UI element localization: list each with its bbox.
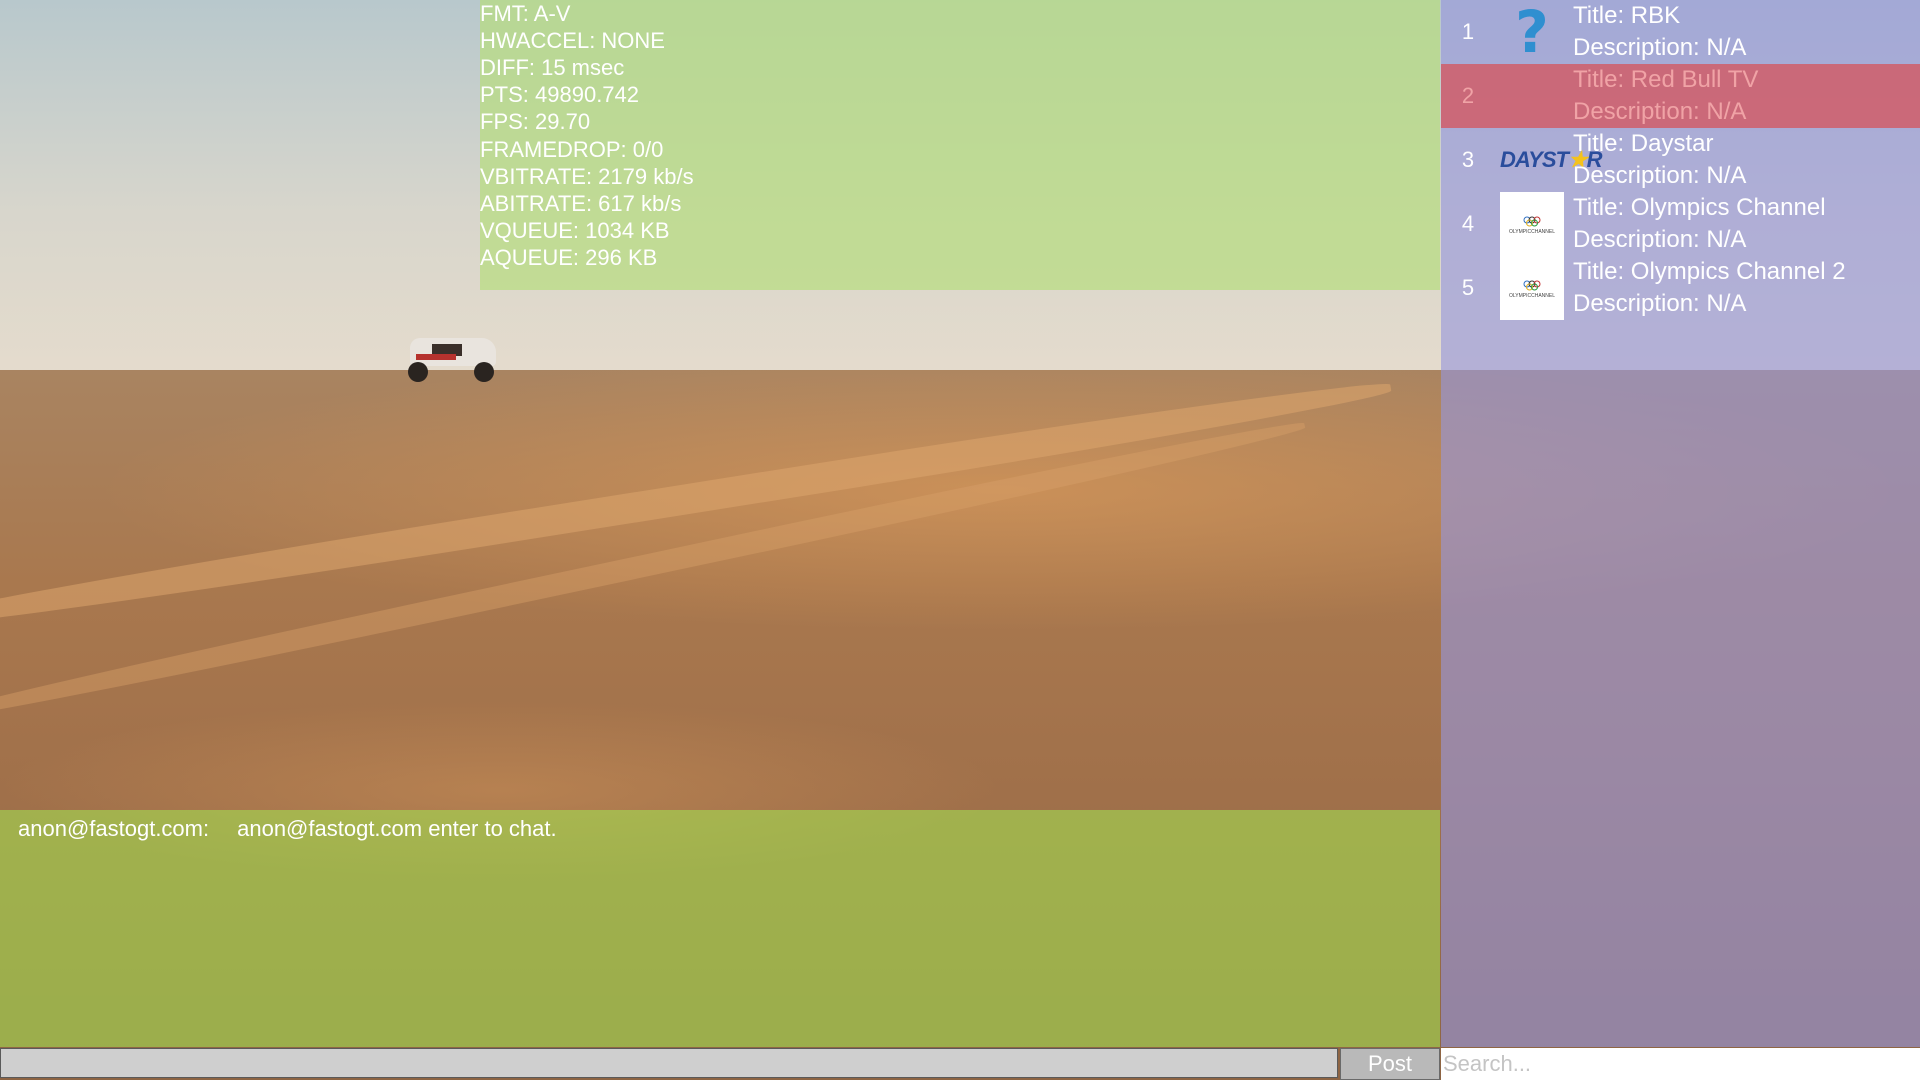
stat-diff: DIFF: 15 msec	[480, 55, 625, 80]
olympic-channel-logo: OLYMPICCHANNEL	[1500, 256, 1564, 320]
channel-title: Title: Olympics Channel	[1573, 194, 1826, 221]
channel-item[interactable]: 1 ? Title: RBK Description: N/A	[1441, 0, 1920, 64]
channel-description: Description: N/A	[1573, 226, 1747, 253]
stat-aqueue: AQUEUE: 296 KB	[480, 245, 658, 270]
daystar-logo-text: DAYST	[1500, 147, 1569, 172]
channel-title: Title: Daystar	[1573, 130, 1714, 157]
channel-item-selected[interactable]: 2 Title: Red Bull TV Description: N/A	[1441, 64, 1920, 128]
channel-item[interactable]: 5 OLYMPICCHANNEL Title: Olympics Channel…	[1441, 256, 1920, 320]
olympic-logo-text: OLYMPICCHANNEL	[1509, 293, 1555, 299]
channel-number: 1	[1461, 19, 1475, 44]
channel-number: 5	[1461, 275, 1475, 300]
stat-framedrop: FRAMEDROP: 0/0	[480, 137, 664, 162]
daystar-logo: DAYST★R	[1500, 128, 1603, 192]
stat-vqueue: VQUEUE: 1034 KB	[480, 218, 670, 243]
stat-fps: FPS: 29.70	[480, 109, 591, 134]
stat-abitrate: ABITRATE: 617 kb/s	[480, 191, 682, 216]
stat-vbitrate: VBITRATE: 2179 kb/s	[480, 164, 694, 189]
chat-panel: anon@fastogt.com: anon@fastogt.com enter …	[0, 810, 1440, 1047]
channel-list: 1 ? Title: RBK Description: N/A 2 Title:…	[1441, 0, 1920, 1047]
chat-input[interactable]	[0, 1048, 1338, 1078]
channel-description: Description: N/A	[1573, 290, 1747, 317]
olympic-channel-logo: OLYMPICCHANNEL	[1500, 192, 1564, 256]
channel-description: Description: N/A	[1573, 34, 1747, 61]
chat-message: anon@fastogt.com: anon@fastogt.com enter …	[18, 814, 557, 844]
search-input[interactable]	[1441, 1048, 1920, 1080]
channel-number: 4	[1461, 211, 1475, 236]
player-stats-overlay: FMT: A-V HWACCEL: NONE DIFF: 15 msec PTS…	[480, 0, 1440, 290]
channel-number: 2	[1461, 83, 1475, 108]
post-button[interactable]: Post	[1340, 1048, 1440, 1080]
stat-fmt: FMT: A-V	[480, 1, 571, 26]
channel-number: 3	[1461, 147, 1475, 172]
chat-message-text: anon@fastogt.com enter to chat.	[237, 816, 557, 841]
stat-hwaccel: HWACCEL: NONE	[480, 28, 665, 53]
channel-item[interactable]: 4 OLYMPICCHANNEL Title: Olympics Channel…	[1441, 192, 1920, 256]
channel-item[interactable]: 3 DAYST★R Title: Daystar Description: N/…	[1441, 128, 1920, 192]
olympic-logo-text: OLYMPICCHANNEL	[1509, 229, 1555, 235]
rally-car-image	[402, 326, 502, 382]
question-mark-icon: ?	[1515, 0, 1549, 66]
channel-description: Description: N/A	[1573, 162, 1747, 189]
chat-message-user: anon@fastogt.com:	[18, 816, 210, 841]
channel-description: Description: N/A	[1573, 98, 1747, 125]
channel-title: Title: RBK	[1573, 2, 1681, 29]
stat-pts: PTS: 49890.742	[480, 82, 640, 107]
channel-title: Title: Red Bull TV	[1573, 66, 1759, 93]
channel-title: Title: Olympics Channel 2	[1573, 258, 1846, 285]
